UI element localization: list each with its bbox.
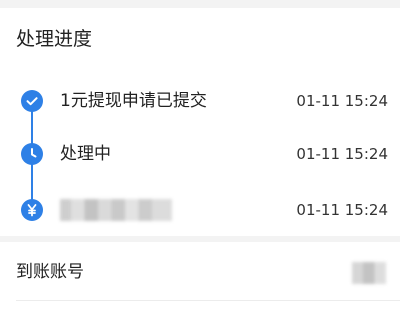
divider xyxy=(16,300,400,301)
step-time: 01-11 15:24 xyxy=(296,145,388,163)
step-label: 处理中 xyxy=(60,144,111,164)
redacted-step-label xyxy=(60,199,172,221)
timeline-step-submitted: 1元提现申请已提交 01-11 15:24 xyxy=(0,87,400,115)
account-row[interactable]: 到账账号 xyxy=(0,242,400,313)
progress-card: 处理进度 1元提现申请已提交 01-11 15:24 处理中 01-11 15:… xyxy=(0,8,400,236)
account-label: 到账账号 xyxy=(16,262,84,282)
check-icon xyxy=(21,90,43,112)
timeline-step-processing: 处理中 01-11 15:24 xyxy=(0,140,400,168)
timeline-step-arrival: 01-11 15:24 xyxy=(0,196,400,224)
step-time: 01-11 15:24 xyxy=(296,201,388,219)
yuan-icon xyxy=(21,199,43,221)
redacted-account-value xyxy=(352,262,386,284)
step-label: 1元提现申请已提交 xyxy=(60,91,207,111)
clock-icon xyxy=(21,143,43,165)
section-title: 处理进度 xyxy=(16,28,93,50)
step-time: 01-11 15:24 xyxy=(296,92,388,110)
